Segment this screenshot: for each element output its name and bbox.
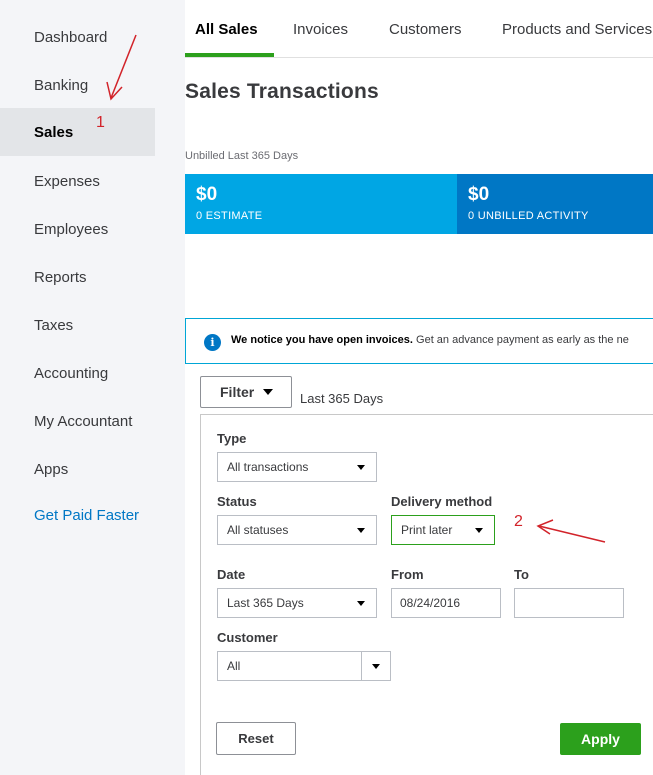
caret-down-icon — [475, 528, 483, 533]
unbilled-label: Unbilled Last 365 Days — [185, 150, 299, 162]
caret-down-icon — [372, 664, 380, 669]
sidebar-item-my-accountant[interactable]: My Accountant — [0, 397, 155, 445]
type-select[interactable]: All transactions — [217, 452, 377, 482]
to-label: To — [514, 567, 529, 582]
caret-down-icon — [263, 389, 274, 395]
sidebar: Dashboard Banking Sales Expenses Employe… — [0, 0, 185, 775]
tab-products-and-services[interactable]: Products and Services — [502, 0, 652, 58]
delivery-method-select[interactable]: Print later — [391, 515, 495, 545]
delivery-method-label: Delivery method — [391, 494, 493, 509]
type-label: Type — [217, 431, 247, 446]
active-tab-indicator — [185, 53, 274, 57]
sidebar-item-employees[interactable]: Employees — [0, 205, 155, 253]
customer-select-value: All — [227, 659, 241, 673]
notice-body: Get an advance payment as early as the n… — [412, 334, 629, 346]
unbilled-activity-caption: 0 UNBILLED ACTIVITY — [468, 210, 589, 222]
sidebar-item-banking[interactable]: Banking — [0, 61, 155, 109]
sidebar-item-apps[interactable]: Apps — [0, 445, 155, 493]
sidebar-item-taxes[interactable]: Taxes — [0, 301, 155, 349]
estimate-amount: $0 — [196, 184, 218, 205]
sidebar-item-expenses[interactable]: Expenses — [0, 157, 155, 205]
sidebar-item-get-paid-faster[interactable]: Get Paid Faster — [0, 491, 155, 539]
unbilled-activity-tile[interactable]: $0 0 UNBILLED ACTIVITY — [457, 174, 653, 234]
caret-down-icon — [357, 601, 365, 606]
tab-bar: All Sales Invoices Customers Products an… — [185, 0, 653, 58]
date-select[interactable]: Last 365 Days — [217, 588, 377, 618]
tab-customers[interactable]: Customers — [389, 0, 462, 58]
info-icon: i — [204, 334, 221, 351]
caret-down-icon — [357, 465, 365, 470]
select-divider — [361, 652, 362, 680]
customer-label: Customer — [217, 630, 278, 645]
date-label: Date — [217, 567, 246, 582]
annotation-marker-2: 2 — [514, 513, 523, 530]
unbilled-activity-amount: $0 — [468, 184, 490, 205]
filter-button-label: Filter — [220, 384, 255, 400]
status-select-value: All statuses — [227, 523, 289, 537]
apply-button[interactable]: Apply — [560, 723, 641, 755]
notice-text: We notice you have open invoices. Get an… — [231, 334, 629, 346]
from-label: From — [391, 567, 424, 582]
caret-down-icon — [357, 528, 365, 533]
sidebar-item-accounting[interactable]: Accounting — [0, 349, 155, 397]
page-title: Sales Transactions — [185, 80, 379, 103]
estimate-caption: 0 ESTIMATE — [196, 210, 263, 222]
annotation-marker-1: 1 — [96, 114, 105, 131]
status-label: Status — [217, 494, 257, 509]
from-date-input[interactable]: 08/24/2016 — [391, 588, 501, 618]
to-date-input[interactable] — [514, 588, 624, 618]
date-select-value: Last 365 Days — [227, 596, 304, 610]
customer-select[interactable]: All — [217, 651, 391, 681]
delivery-method-value: Print later — [401, 523, 453, 537]
tab-all-sales[interactable]: All Sales — [195, 0, 258, 58]
tab-invoices[interactable]: Invoices — [293, 0, 348, 58]
sidebar-item-dashboard[interactable]: Dashboard — [0, 13, 155, 61]
status-select[interactable]: All statuses — [217, 515, 377, 545]
open-invoices-notice: i We notice you have open invoices. Get … — [185, 318, 653, 364]
type-select-value: All transactions — [227, 460, 309, 474]
notice-bold: We notice you have open invoices. — [231, 334, 413, 346]
filter-button[interactable]: Filter — [200, 376, 292, 408]
reset-button[interactable]: Reset — [216, 722, 296, 755]
estimate-tile[interactable]: $0 0 ESTIMATE — [185, 174, 457, 234]
sidebar-item-sales[interactable]: Sales — [0, 108, 155, 156]
sidebar-item-reports[interactable]: Reports — [0, 253, 155, 301]
filter-range-label: Last 365 Days — [300, 391, 384, 406]
